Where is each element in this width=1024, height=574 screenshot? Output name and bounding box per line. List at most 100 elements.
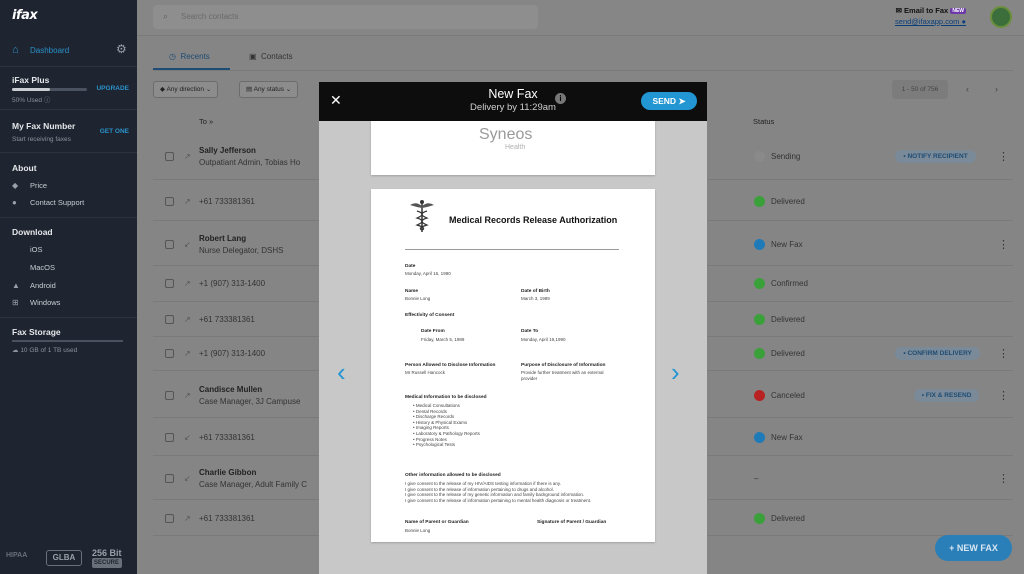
chevron-right-icon[interactable]: › <box>671 357 680 388</box>
column-header-to[interactable]: To » <box>199 117 213 126</box>
list-item: I give consent to the release of informa… <box>405 497 592 503</box>
signature-label: Signature of Parent / Guardian <box>537 520 607 525</box>
medinfo-label: Medical Information to be disclosed <box>405 395 487 400</box>
row-action-button[interactable]: • CONFIRM DELIVERY <box>895 347 980 360</box>
direction-icon: ◆ <box>160 86 165 93</box>
new-fax-button[interactable]: + NEW FAX <box>935 535 1012 561</box>
chevron-right-icon[interactable]: › <box>995 84 998 94</box>
tab-contacts[interactable]: ▣ Contacts <box>249 52 293 61</box>
email-to-fax[interactable]: ✉ Email to Fax NEW send@ifaxapp.com ● <box>895 6 966 26</box>
send-button[interactable]: SEND ➤ <box>641 92 697 110</box>
get-one-link[interactable]: GET ONE <box>100 128 129 135</box>
list-item: I give consent to the release of my gene… <box>405 492 585 498</box>
list-item: • Psychological Tests <box>413 442 456 448</box>
sidebar-item-contact-support[interactable]: ● Contact Support <box>12 198 84 207</box>
row-checkbox[interactable] <box>165 315 174 324</box>
more-options-icon[interactable]: ⋮ <box>998 347 1009 360</box>
hipaa-badge: HIPAA <box>6 552 28 559</box>
search-icon: ⌕ <box>163 11 169 21</box>
divider <box>0 66 137 67</box>
new-badge: NEW <box>950 8 966 15</box>
status-icon <box>754 389 765 401</box>
storage-bar <box>12 340 123 342</box>
recipient-number: +61 733381361 <box>199 315 255 324</box>
direction-arrow-icon: ↗ <box>184 349 191 358</box>
upgrade-link[interactable]: UPGRADE <box>96 85 129 92</box>
sidebar-item-windows[interactable]: ⊞ Windows <box>12 298 60 307</box>
status-text: Delivered <box>771 315 805 324</box>
app-logo[interactable]: ifax <box>12 8 38 23</box>
recipient-name: Robert Lang <box>199 234 247 243</box>
row-checkbox[interactable] <box>165 197 174 206</box>
status-icon: ▤ <box>246 86 253 93</box>
recipient-detail: Nurse Delegator, DSHS <box>199 246 284 255</box>
dob-label: Date of Birth <box>521 289 550 294</box>
more-options-icon[interactable]: ⋮ <box>998 238 1009 251</box>
row-checkbox[interactable] <box>165 152 174 161</box>
allowed-label: Person Allowed to Disclose Information <box>405 363 496 368</box>
document-title: Medical Records Release Authorization <box>449 215 618 225</box>
sidebar-item-macos[interactable]: MacOS <box>12 263 55 272</box>
allowed-value: Mr Russell Hancock <box>405 370 446 375</box>
wrench-icon: • <box>921 391 925 399</box>
status-text: New Fax <box>771 240 803 249</box>
home-icon: ⌂ <box>12 44 19 56</box>
active-tab-indicator <box>153 68 230 70</box>
modal-header: ✕ New Fax Delivery by 11:29am i SEND ➤ <box>319 82 707 121</box>
chevron-down-icon: ⌄ <box>205 86 212 93</box>
date-value: Monday, April 16, 1990 <box>405 271 451 276</box>
sidebar-item-price[interactable]: ◆ Price <box>12 181 47 190</box>
gear-icon[interactable]: ⚙ <box>116 42 127 56</box>
check-icon: • <box>903 350 906 357</box>
pagination-range: 1 - 50 of 756 <box>892 80 948 99</box>
sidebar-item-ios[interactable]: iOS <box>12 245 43 254</box>
other-info-list: I give consent to the release of my HIV/… <box>405 481 591 503</box>
status-text: Confirmed <box>771 279 808 288</box>
direction-arrow-icon: ↗ <box>184 514 191 523</box>
date-to-value: Monday, April 19,1990 <box>521 337 566 342</box>
row-action-button[interactable]: • FIX & RESEND <box>913 388 980 402</box>
mail-icon: • <box>903 153 906 160</box>
tab-recents[interactable]: ◷ Recents <box>169 52 210 61</box>
row-checkbox[interactable] <box>165 473 174 483</box>
column-header-status[interactable]: Status <box>753 117 774 126</box>
email-address[interactable]: send@ifaxapp.com ● <box>895 17 966 26</box>
status-text: Canceled <box>771 390 805 400</box>
direction-arrow-icon: ↙ <box>184 240 191 249</box>
plan-usage-text: 50% Used ⓘ <box>12 97 51 104</box>
parent-value: Bonnie Long <box>405 528 431 533</box>
info-icon[interactable]: i <box>555 93 566 104</box>
glba-badge: GLBA <box>46 550 82 566</box>
row-checkbox[interactable] <box>165 279 174 288</box>
chevron-left-icon[interactable]: ‹ <box>966 84 969 94</box>
direction-filter[interactable]: ◆ Any direction ⌄ <box>153 81 219 98</box>
other-info-label: Other information allowed to be disclose… <box>405 473 501 478</box>
avatar[interactable] <box>990 6 1012 28</box>
direction-arrow-icon: ↙ <box>184 473 191 483</box>
search-input[interactable]: ⌕ Search contacts <box>153 5 538 29</box>
row-action-button[interactable]: • NOTIFY RECIPIENT <box>895 150 976 163</box>
divider <box>0 217 137 218</box>
status-icon <box>754 196 765 207</box>
divider <box>0 317 137 318</box>
date-to-label: Date To <box>521 329 539 334</box>
sort-icon: » <box>209 117 214 126</box>
sidebar-item-dashboard[interactable]: ⌂ Dashboard ⚙ <box>0 38 137 64</box>
direction-arrow-icon: ↗ <box>184 152 191 161</box>
row-checkbox[interactable] <box>165 240 174 249</box>
more-options-icon[interactable]: ⋮ <box>998 472 1009 485</box>
download-title: Download <box>12 227 53 237</box>
name-label: Name <box>405 289 419 294</box>
row-checkbox[interactable] <box>165 349 174 358</box>
chevron-left-icon[interactable]: ‹ <box>337 357 346 388</box>
more-options-icon[interactable]: ⋮ <box>998 389 1009 402</box>
row-checkbox[interactable] <box>165 514 174 523</box>
256-bit-badge: 256 Bit SECURE <box>92 548 122 568</box>
more-options-icon[interactable]: ⋮ <box>998 150 1009 163</box>
android-icon: ▲ <box>12 281 20 290</box>
status-filter[interactable]: ▤ Any status ⌄ <box>239 81 299 98</box>
row-checkbox[interactable] <box>165 432 174 442</box>
sidebar-item-android[interactable]: ▲ Android <box>12 281 56 290</box>
syneos-logo: Syneos <box>479 126 533 143</box>
row-checkbox[interactable] <box>165 390 174 400</box>
